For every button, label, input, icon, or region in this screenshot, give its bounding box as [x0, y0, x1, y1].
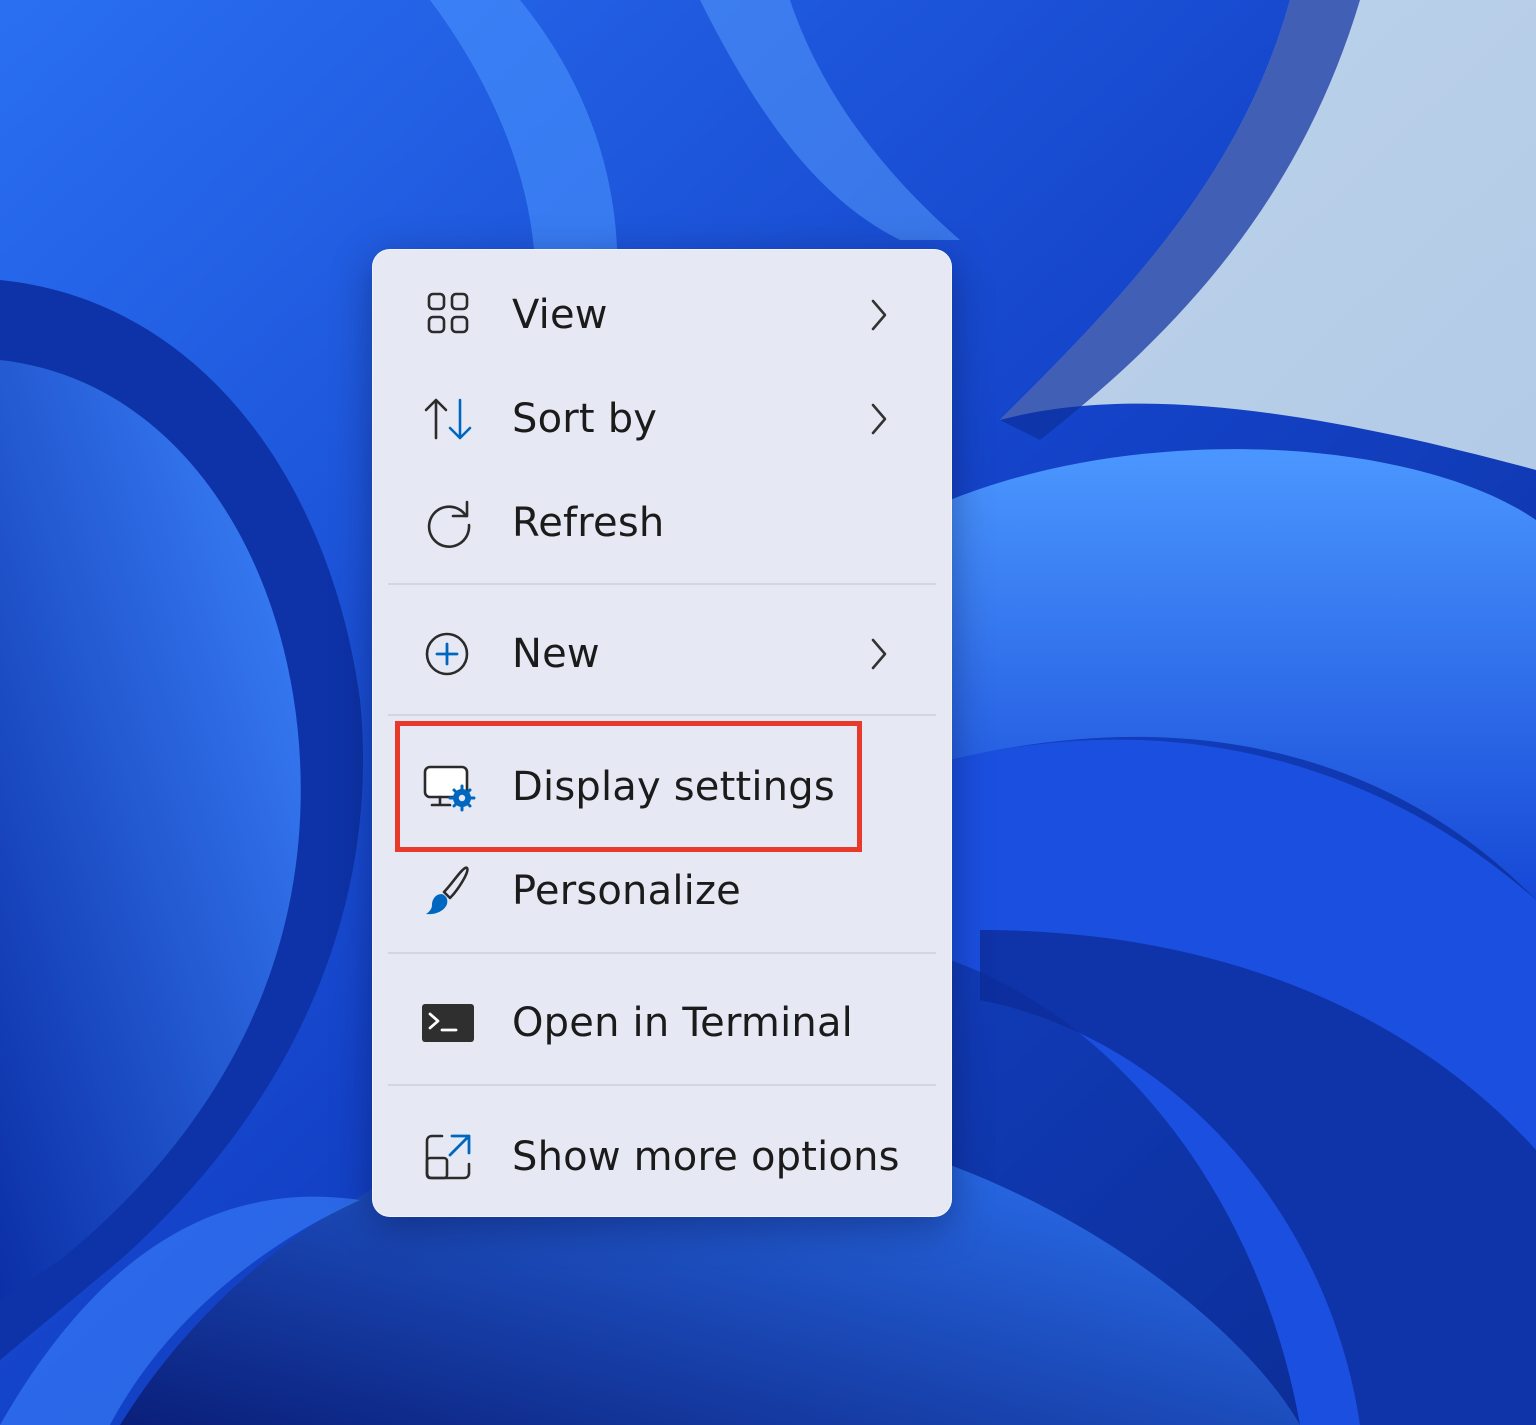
menu-divider: [388, 714, 936, 716]
menu-divider: [388, 1084, 936, 1086]
menu-item-label: New: [512, 631, 600, 677]
menu-item-label: Open in Terminal: [512, 1000, 853, 1046]
menu-item-view[interactable]: View: [372, 263, 952, 367]
menu-item-new[interactable]: New: [372, 602, 952, 706]
menu-item-refresh[interactable]: Refresh: [372, 471, 952, 575]
refresh-icon: [420, 494, 478, 552]
grid-view-icon: [420, 286, 478, 344]
highlight-annotation-box: [395, 721, 862, 852]
chevron-right-icon: [864, 634, 894, 674]
menu-divider: [388, 952, 936, 954]
sort-arrows-icon: [420, 390, 478, 448]
show-more-options-icon: [420, 1128, 478, 1186]
chevron-right-icon: [864, 295, 894, 335]
chevron-right-icon: [864, 399, 894, 439]
terminal-icon: [420, 994, 478, 1052]
menu-item-label: Personalize: [512, 868, 741, 914]
menu-item-show-more-options[interactable]: Show more options: [372, 1105, 952, 1209]
plus-circle-icon: [420, 625, 478, 683]
menu-item-label: Sort by: [512, 396, 658, 442]
menu-item-sort-by[interactable]: Sort by: [372, 367, 952, 471]
menu-item-label: View: [512, 292, 608, 338]
menu-item-open-in-terminal[interactable]: Open in Terminal: [372, 971, 952, 1075]
menu-divider: [388, 583, 936, 585]
menu-item-label: Show more options: [512, 1134, 900, 1180]
paintbrush-icon: [420, 862, 478, 920]
desktop[interactable]: View Sort by Refresh New Display setting…: [0, 0, 1536, 1425]
menu-item-personalize[interactable]: Personalize: [372, 839, 952, 943]
menu-item-label: Refresh: [512, 500, 665, 546]
